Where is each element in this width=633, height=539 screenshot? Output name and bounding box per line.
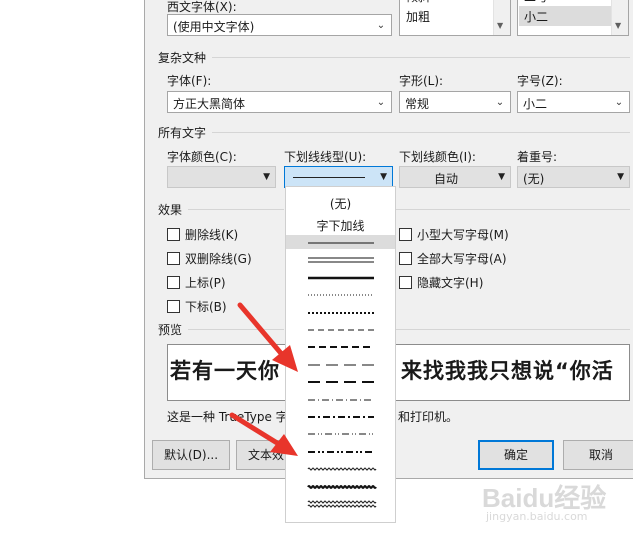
red-arrow-head-2 — [270, 434, 298, 456]
red-arrow-2 — [229, 412, 285, 449]
watermark-url: jingyan.baidu.com — [486, 510, 588, 523]
red-arrow-1 — [237, 302, 288, 361]
annotation-arrows — [229, 302, 298, 456]
baidu-watermark: Baidu经验 jingyan.baidu.com — [462, 470, 622, 530]
